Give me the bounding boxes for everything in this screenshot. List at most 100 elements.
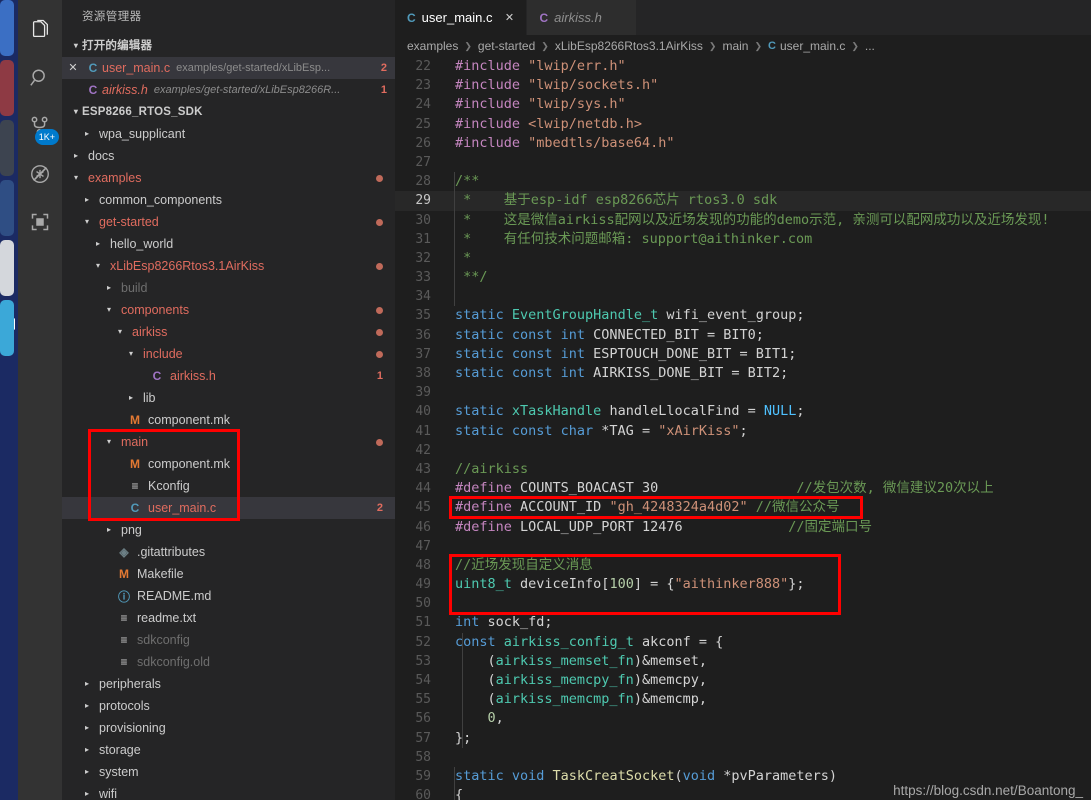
tree-item-makefile[interactable]: M Makefile xyxy=(62,563,395,585)
tree-item-hello-world[interactable]: ▸ hello_world xyxy=(62,233,395,255)
tree-item-examples[interactable]: ▾ examples xyxy=(62,167,395,189)
close-icon[interactable]: ✕ xyxy=(502,11,516,24)
tree-item-system[interactable]: ▸ system xyxy=(62,761,395,783)
code-token: #include xyxy=(455,134,529,151)
code-line[interactable]: 37 static const int ESPTOUCH_DONE_BIT = B… xyxy=(395,345,1091,364)
code-line[interactable]: 47 xyxy=(395,537,1091,556)
tree-item-build[interactable]: ▸ build xyxy=(62,277,395,299)
code-line[interactable]: 50 xyxy=(395,594,1091,613)
breadcrumb-item[interactable]: get-started xyxy=(478,39,535,53)
code-line[interactable]: 42 xyxy=(395,441,1091,460)
code-line[interactable]: 38 static const int AIRKISS_DONE_BIT = BI… xyxy=(395,364,1091,383)
tree-item-label: storage xyxy=(99,743,141,757)
code-line[interactable]: 25 #include <lwip/netdb.h> xyxy=(395,115,1091,134)
code-line[interactable]: 44 #define COUNTS_BOACAST 30 //发包次数, 微信建议… xyxy=(395,479,1091,498)
tree-item-storage[interactable]: ▸ storage xyxy=(62,739,395,761)
code-line[interactable]: 52 const airkiss_config_t akconf = { xyxy=(395,633,1091,652)
code-line[interactable]: 53 (airkiss_memset_fn)&memset, xyxy=(395,652,1091,671)
tree-item-provisioning[interactable]: ▸ provisioning xyxy=(62,717,395,739)
code-line[interactable]: 34 xyxy=(395,287,1091,306)
tab-airkiss-h[interactable]: C airkiss.h xyxy=(527,0,637,35)
code-line[interactable]: 55 (airkiss_memcmp_fn)&memcmp, xyxy=(395,690,1091,709)
project-root-header[interactable]: ▾ ESP8266_RTOS_SDK xyxy=(62,101,395,123)
dock-icon-5[interactable] xyxy=(0,240,14,296)
modified-dot-icon xyxy=(376,218,383,226)
dock-icon-6[interactable] xyxy=(0,300,14,356)
code-line[interactable]: 24 #include "lwip/sys.h" xyxy=(395,95,1091,114)
tree-item-kconfig[interactable]: ≡ Kconfig xyxy=(62,475,395,497)
dock-icon-1[interactable] xyxy=(0,0,14,56)
dock-icon-3[interactable] xyxy=(0,120,14,176)
tree-item-main[interactable]: ▾ main xyxy=(62,431,395,453)
sidebar-item-extensions[interactable] xyxy=(18,198,62,246)
breadcrumb-item[interactable]: user_main.c xyxy=(780,39,845,53)
tree-item-airkiss-h[interactable]: Cairkiss.h 1 xyxy=(62,365,395,387)
tree-item-user-main-c[interactable]: Cuser_main.c 2 xyxy=(62,497,395,519)
breadcrumb-item[interactable]: examples xyxy=(407,39,458,53)
code-line[interactable]: 43 //airkiss xyxy=(395,460,1091,479)
breadcrumb-item[interactable]: xLibEsp8266Rtos3.1AirKiss xyxy=(555,39,703,53)
tree-item--gitattributes[interactable]: ◈ .gitattributes xyxy=(62,541,395,563)
modified-dot-icon xyxy=(376,174,383,182)
open-editor-row-user-main-c[interactable]: ✕ C user_main.c examples/get-started/xLi… xyxy=(62,57,395,79)
tree-item-sdkconfig-old[interactable]: ≡ sdkconfig.old xyxy=(62,651,395,673)
tree-item-label: include xyxy=(143,347,183,361)
code-line[interactable]: 35 static EventGroupHandle_t wifi_event_g… xyxy=(395,306,1091,325)
tree-item-sdkconfig[interactable]: ≡ sdkconfig xyxy=(62,629,395,651)
close-icon[interactable]: ✕ xyxy=(62,57,84,79)
code-line[interactable]: 48 //近场发现自定义消息 xyxy=(395,556,1091,575)
tree-item-png[interactable]: ▸ png xyxy=(62,519,395,541)
line-number: 26 xyxy=(415,135,431,151)
tree-item-component-mk[interactable]: Mcomponent.mk xyxy=(62,409,395,431)
code-line[interactable]: 57}; xyxy=(395,729,1091,748)
sidebar-item-source-control[interactable]: 1K+ xyxy=(18,102,62,150)
sidebar-item-search[interactable] xyxy=(18,54,62,102)
dock-icon-4[interactable] xyxy=(0,180,14,236)
tree-item-components[interactable]: ▾ components xyxy=(62,299,395,321)
tree-item-include[interactable]: ▾ include xyxy=(62,343,395,365)
dock-icon-2[interactable] xyxy=(0,60,14,116)
code-line[interactable]: 41 static const char *TAG = "xAirKiss"; xyxy=(395,422,1091,441)
code-line[interactable]: 39 xyxy=(395,383,1091,402)
sidebar-item-run-debug[interactable] xyxy=(18,150,62,198)
code-line[interactable]: 22 #include "lwip/err.h" xyxy=(395,57,1091,76)
tree-item-airkiss[interactable]: ▾ airkiss xyxy=(62,321,395,343)
tree-item-wifi[interactable]: ▸ wifi xyxy=(62,783,395,800)
code-line[interactable]: 46 #define LOCAL_UDP_PORT 12476 //固定端口号 xyxy=(395,518,1091,537)
code-line[interactable]: 30 * 这是微信airkiss配网以及近场发现的功能的demo示范, 亲测可以… xyxy=(395,211,1091,230)
code-line[interactable]: 45 #define ACCOUNT_ID "gh_4248324a4d02" /… xyxy=(395,498,1091,517)
code-line[interactable]: 54 (airkiss_memcpy_fn)&memcpy, xyxy=(395,671,1091,690)
tree-item-docs[interactable]: ▸ docs xyxy=(62,145,395,167)
tree-item-protocols[interactable]: ▸ protocols xyxy=(62,695,395,717)
tree-item-common-components[interactable]: ▸ common_components xyxy=(62,189,395,211)
code-line[interactable]: 58 xyxy=(395,748,1091,767)
open-editor-row-airkiss-h[interactable]: C airkiss.h examples/get-started/xLibEsp… xyxy=(62,79,395,101)
breadcrumb-item[interactable]: ... xyxy=(865,39,875,53)
code-line[interactable]: 26 #include "mbedtls/base64.h" xyxy=(395,134,1091,153)
code-line[interactable]: 49 uint8_t deviceInfo[100] = {"aithinker8… xyxy=(395,575,1091,594)
code-line[interactable]: 23 #include "lwip/sockets.h" xyxy=(395,76,1091,95)
tree-item-lib[interactable]: ▸ lib xyxy=(62,387,395,409)
code-line[interactable]: 40 static xTaskHandle handleLlocalFind = … xyxy=(395,402,1091,421)
tree-item-peripherals[interactable]: ▸ peripherals xyxy=(62,673,395,695)
code-editor[interactable]: 22 #include "lwip/err.h" 23 #include "lwip/… xyxy=(395,57,1091,800)
code-line[interactable]: 31 * 有任何技术问题邮箱: support@aithinker.com xyxy=(395,230,1091,249)
code-line[interactable]: 36 static const int CONNECTED_BIT = BIT0; xyxy=(395,326,1091,345)
code-line[interactable]: 32 * xyxy=(395,249,1091,268)
sidebar-item-explorer[interactable] xyxy=(18,6,62,54)
open-editors-header[interactable]: ▾ 打开的编辑器 xyxy=(62,35,395,57)
code-line[interactable]: 27 xyxy=(395,153,1091,172)
tree-item-wpa-supplicant[interactable]: ▸ wpa_supplicant xyxy=(62,123,395,145)
code-line[interactable]: 33 **/ xyxy=(395,268,1091,287)
tab-user-main-c[interactable]: C user_main.c ✕ xyxy=(395,0,528,35)
tree-item-readme-md[interactable]: ⓘ README.md xyxy=(62,585,395,607)
code-line[interactable]: 29 * 基于esp-idf esp8266芯片 rtos3.0 sdk xyxy=(395,191,1091,211)
code-line[interactable]: 56 0, xyxy=(395,709,1091,728)
code-line[interactable]: 28 /** xyxy=(395,172,1091,191)
tree-item-component-mk[interactable]: Mcomponent.mk xyxy=(62,453,395,475)
tree-item-get-started[interactable]: ▾ get-started xyxy=(62,211,395,233)
breadcrumb-item[interactable]: main xyxy=(722,39,748,53)
tree-item-xlibesp8266rtos3-1airkiss[interactable]: ▾ xLibEsp8266Rtos3.1AirKiss xyxy=(62,255,395,277)
code-line[interactable]: 51 int sock_fd; xyxy=(395,613,1091,632)
tree-item-readme-txt[interactable]: ≡ readme.txt xyxy=(62,607,395,629)
